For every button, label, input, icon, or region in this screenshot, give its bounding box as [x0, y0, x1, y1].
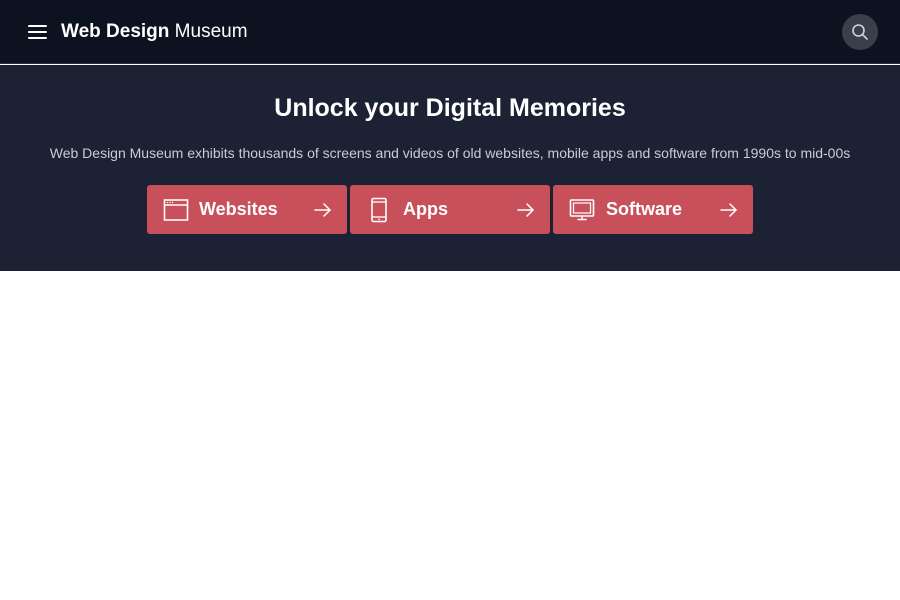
- desktop-monitor-icon: [569, 199, 595, 221]
- site-logo[interactable]: Web Design Museum: [61, 19, 248, 45]
- software-button[interactable]: Software: [553, 185, 753, 234]
- search-icon: [852, 24, 868, 40]
- brand-name-light: Museum: [174, 21, 248, 42]
- software-label: Software: [606, 199, 683, 219]
- mobile-phone-icon: [371, 197, 387, 223]
- hero-section: Unlock your Digital Memories Web Design …: [0, 65, 900, 271]
- websites-button[interactable]: Websites: [147, 185, 347, 234]
- search-button[interactable]: [842, 14, 878, 50]
- apps-button[interactable]: Apps: [350, 185, 550, 234]
- hero-title: Unlock your Digital Memories: [274, 94, 626, 122]
- brand-name-bold: Web Design: [61, 21, 170, 42]
- hamburger-menu-icon[interactable]: [28, 22, 48, 42]
- apps-label: Apps: [403, 199, 448, 219]
- arrow-right-icon: [517, 203, 534, 217]
- websites-label: Websites: [199, 199, 278, 219]
- arrow-right-icon: [314, 203, 331, 217]
- browser-window-icon: [163, 199, 189, 221]
- arrow-right-icon: [720, 203, 737, 217]
- top-navigation-bar: Web Design Museum: [0, 0, 900, 64]
- hero-subtitle: Web Design Museum exhibits thousands of …: [49, 145, 851, 161]
